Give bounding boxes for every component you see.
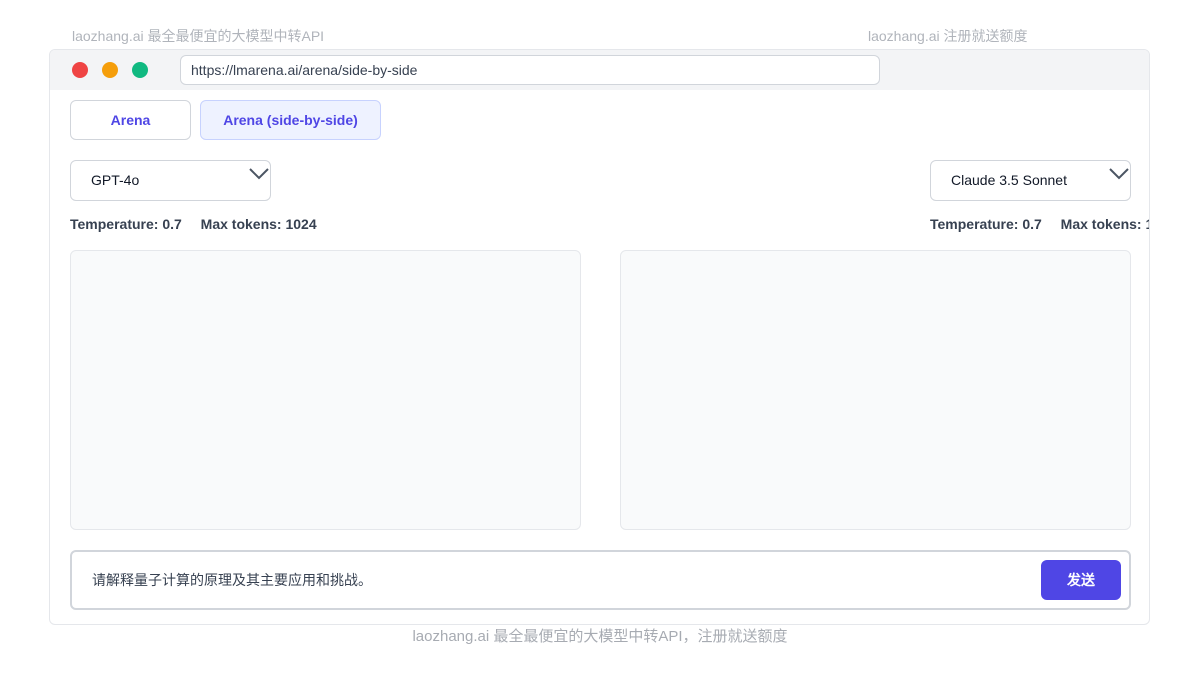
watermark-bottom: laozhang.ai 最全最便宜的大模型中转API，注册就送额度 (412, 628, 788, 645)
tab-arena[interactable]: Arena (70, 100, 191, 140)
right-model-selected-value: Claude 3.5 Sonnet (951, 172, 1067, 188)
left-model-select[interactable]: GPT-4o (70, 160, 271, 201)
browser-window: https://lmarena.ai/arena/side-by-side Ar… (49, 49, 1150, 625)
left-response-panel (70, 250, 581, 530)
right-model-select[interactable]: Claude 3.5 Sonnet (930, 160, 1131, 201)
address-bar[interactable]: https://lmarena.ai/arena/side-by-side (180, 55, 880, 85)
prompt-input[interactable]: 请解释量子计算的原理及其主要应用和挑战。 (92, 552, 372, 608)
left-temperature: Temperature: 0.7 (70, 216, 182, 232)
maximize-window-button[interactable] (132, 62, 148, 78)
right-temperature: Temperature: 0.7 (930, 216, 1042, 232)
close-window-button[interactable] (72, 62, 88, 78)
right-max-tokens: Max tokens: 1024 (1060, 216, 1149, 232)
watermark-top-right: laozhang.ai 注册就送额度 (868, 28, 1028, 44)
chevron-down-icon (249, 168, 269, 180)
left-max-tokens: Max tokens: 1024 (200, 216, 317, 232)
send-button[interactable]: 发送 (1041, 560, 1121, 600)
browser-titlebar: https://lmarena.ai/arena/side-by-side (50, 50, 1149, 90)
minimize-window-button[interactable] (102, 62, 118, 78)
right-model-params: Temperature: 0.7 Max tokens: 1024 (930, 216, 1149, 232)
left-model-selected-value: GPT-4o (91, 172, 140, 188)
chevron-down-icon (1109, 168, 1129, 180)
watermark-top-left: laozhang.ai 最全最便宜的大模型中转API (72, 28, 325, 44)
tab-arena-side-by-side[interactable]: Arena (side-by-side) (200, 100, 381, 140)
prompt-input-bar: 请解释量子计算的原理及其主要应用和挑战。 发送 (70, 550, 1131, 610)
right-response-panel (620, 250, 1131, 530)
left-model-params: Temperature: 0.7 Max tokens: 1024 (70, 216, 317, 232)
